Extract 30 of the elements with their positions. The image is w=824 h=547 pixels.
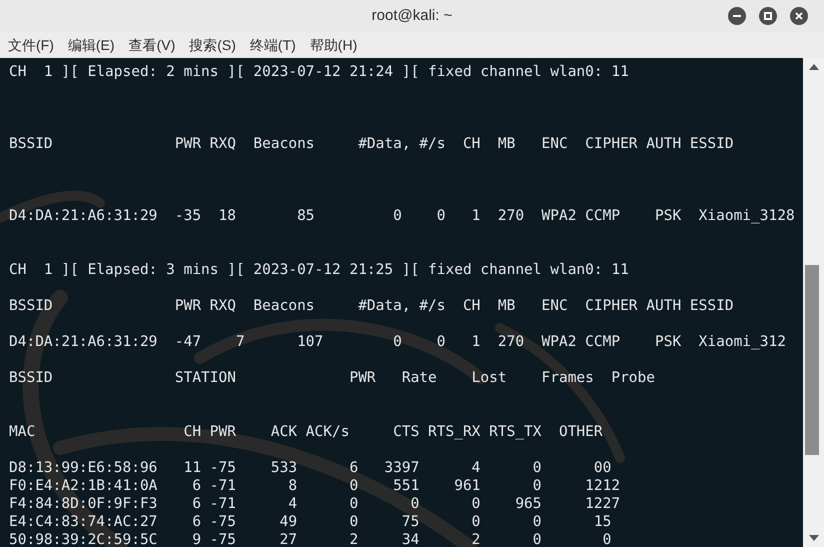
menu-item[interactable]: 编辑(E) xyxy=(68,34,115,56)
minimize-button[interactable] xyxy=(728,7,746,25)
terminal-line: MAC CH PWR ACK ACK/s CTS RTS_RX RTS_TX OTHER xyxy=(9,423,603,441)
terminal-line: E4:C4:83:74:AC:27 6 -75 49 0 75 0 0 15 xyxy=(9,513,612,531)
terminal-line: D4:DA:21:A6:31:29 -47 7 107 0 0 1 270 WPA2 CCMP PSK Xiaomi_312 xyxy=(9,333,786,351)
close-icon xyxy=(795,12,803,20)
maximize-icon xyxy=(764,12,772,20)
minimize-icon xyxy=(733,15,741,17)
menu-item[interactable]: 搜索(S) xyxy=(189,34,236,56)
terminal-line: BSSID PWR RXQ Beacons #Data, #/s CH MB ENC CIPHER AUTH ESSID xyxy=(9,297,734,315)
terminal-line: CH 1 ][ Elapsed: 3 mins ][ 2023-07-12 21:25 ][ fixed channel wlan0: 11 xyxy=(9,261,629,279)
terminal-line: D8:13:99:E6:58:96 11 -75 533 6 3397 4 0 00 xyxy=(9,459,612,477)
window-title: root@kali: ~ xyxy=(372,6,452,26)
terminal-line: D4:DA:21:A6:31:29 -35 18 85 0 0 1 270 WPA2 CCMP PSK Xiaomi_3128 xyxy=(9,207,795,225)
terminal-line: 50:98:39:2C:59:5C 9 -75 27 2 34 2 0 0 xyxy=(9,531,612,547)
terminal-line: BSSID PWR RXQ Beacons #Data, #/s CH MB ENC CIPHER AUTH ESSID xyxy=(9,135,734,153)
scroll-up-icon[interactable] xyxy=(808,64,818,70)
menu-item[interactable]: 文件(F) xyxy=(8,34,54,56)
terminal-line: F4:84:8D:0F:9F:F3 6 -71 4 0 0 0 965 1227 xyxy=(9,495,620,513)
scrollbar-thumb[interactable] xyxy=(805,265,819,455)
terminal-line: BSSID STATION PWR Rate Lost Frames Probe xyxy=(9,369,656,387)
menu-item[interactable]: 查看(V) xyxy=(128,34,176,56)
terminal-line: F0:E4:A2:1B:41:0A 6 -71 8 0 551 961 0 1212 xyxy=(9,477,620,495)
scrollbar[interactable] xyxy=(803,58,824,547)
menu-item[interactable]: 终端(T) xyxy=(250,34,296,56)
maximize-button[interactable] xyxy=(759,7,777,25)
menu-item[interactable]: 帮助(H) xyxy=(310,34,358,56)
terminal-line: CH 1 ][ Elapsed: 2 mins ][ 2023-07-12 21:24 ][ fixed channel wlan0: 11 xyxy=(9,63,629,81)
close-button[interactable] xyxy=(790,7,808,25)
scroll-down-icon[interactable] xyxy=(808,535,818,541)
